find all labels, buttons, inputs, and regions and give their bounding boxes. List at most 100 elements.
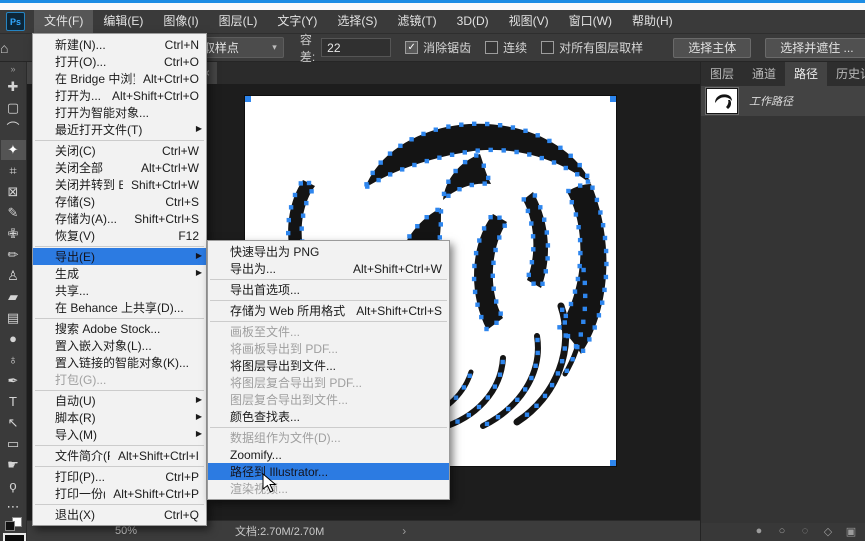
path-anchor-point[interactable]: [575, 344, 580, 350]
path-anchor-point[interactable]: [438, 209, 444, 214]
healing-brush-tool-icon[interactable]: ✙: [1, 224, 26, 244]
path-anchor-point[interactable]: [543, 269, 548, 274]
menu-item[interactable]: 导入(M) ▶: [33, 426, 206, 443]
path-anchor-point[interactable]: [365, 184, 370, 189]
path-anchor-point[interactable]: [494, 299, 499, 304]
selection-to-path-icon[interactable]: ◇: [822, 525, 834, 538]
menu-item[interactable]: 自动(U) ▶: [33, 392, 206, 409]
path-anchor-point[interactable]: [412, 162, 417, 168]
work-path-row[interactable]: 工作路径: [701, 86, 865, 117]
artwork-path[interactable]: [513, 302, 570, 426]
path-anchor-point[interactable]: [529, 260, 535, 265]
menubar-item[interactable]: 图层(L): [209, 10, 268, 33]
path-anchor-point[interactable]: [502, 223, 507, 228]
tolerance-input[interactable]: [321, 38, 392, 57]
path-anchor-point[interactable]: [441, 191, 447, 197]
path-anchor-point[interactable]: [437, 235, 442, 240]
menubar-item[interactable]: 视图(V): [499, 10, 559, 33]
path-anchor-point[interactable]: [557, 325, 562, 330]
path-anchor-point[interactable]: [531, 281, 536, 286]
path-anchor-point[interactable]: [603, 274, 609, 280]
menu-item[interactable]: 存储(S) Ctrl+S: [33, 193, 206, 210]
fill-path-icon[interactable]: ●: [753, 525, 765, 538]
menu-item[interactable]: 关闭(C) Ctrl+W: [33, 142, 206, 159]
menu-item[interactable]: 导出为... Alt+Shift+Ctrl+W: [208, 260, 449, 277]
path-anchor-point[interactable]: [494, 320, 499, 325]
path-selection-tool-icon[interactable]: ↖: [1, 413, 26, 433]
path-anchor-point[interactable]: [415, 224, 420, 229]
path-anchor-point[interactable]: [288, 205, 294, 210]
path-anchor-point[interactable]: [525, 208, 531, 214]
hand-tool-icon[interactable]: ☛: [1, 455, 26, 475]
menu-item[interactable]: 快速导出为 PNG: [208, 243, 449, 260]
path-anchor-point[interactable]: [492, 384, 498, 389]
path-anchor-point[interactable]: [475, 302, 480, 307]
path-anchor-point[interactable]: [581, 319, 586, 324]
path-anchor-point[interactable]: [488, 215, 493, 220]
path-anchor-point[interactable]: [495, 414, 501, 420]
gradient-tool-icon[interactable]: ▤: [1, 308, 26, 328]
path-anchor-point[interactable]: [547, 138, 552, 144]
path-anchor-point[interactable]: [566, 188, 571, 194]
checkbox-checked-icon[interactable]: ✓: [405, 41, 419, 54]
path-anchor-point[interactable]: [477, 238, 482, 243]
path-anchor-point[interactable]: [479, 314, 484, 320]
path-anchor-point[interactable]: [563, 165, 568, 171]
menu-item[interactable]: 脚本(R) ▶: [33, 409, 206, 426]
foreground-color-swatch[interactable]: [4, 521, 15, 531]
menubar-item[interactable]: 编辑(E): [93, 10, 153, 33]
checkbox-unchecked-icon[interactable]: [541, 41, 555, 54]
path-anchor-point[interactable]: [515, 397, 520, 402]
menubar-item[interactable]: 文件(F): [34, 10, 94, 33]
path-anchor-point[interactable]: [562, 346, 567, 351]
zoom-level-field[interactable]: 50%: [115, 525, 137, 537]
path-anchor-point[interactable]: [292, 192, 298, 198]
eraser-tool-icon[interactable]: ▰: [1, 287, 26, 307]
menu-item[interactable]: 生成 ▶: [33, 265, 206, 282]
path-anchor-point[interactable]: [421, 131, 426, 137]
path-anchor-point[interactable]: [564, 368, 569, 373]
path-anchor-point[interactable]: [446, 124, 451, 129]
path-to-selection-icon[interactable]: ◌: [799, 525, 811, 538]
menubar-item[interactable]: 3D(D): [447, 10, 499, 33]
artboard-corner-handle[interactable]: [610, 460, 616, 466]
path-anchor-point[interactable]: [500, 359, 505, 365]
path-anchor-point[interactable]: [563, 313, 568, 319]
path-anchor-point[interactable]: [467, 373, 472, 378]
path-anchor-point[interactable]: [488, 147, 493, 153]
path-anchor-point[interactable]: [286, 217, 291, 223]
path-anchor-point[interactable]: [400, 167, 405, 172]
menu-item[interactable]: 打印(P)... Ctrl+P: [33, 468, 206, 485]
menu-item[interactable]: 新建(N)... Ctrl+N: [33, 36, 206, 53]
path-anchor-point[interactable]: [424, 158, 429, 164]
path-anchor-point[interactable]: [532, 193, 538, 198]
path-anchor-point[interactable]: [535, 133, 540, 138]
status-expand-arrow-icon[interactable]: ›: [402, 524, 406, 538]
path-anchor-point[interactable]: [587, 337, 592, 342]
path-anchor-point[interactable]: [473, 250, 479, 256]
menubar-item[interactable]: 选择(S): [327, 10, 387, 33]
menubar-item[interactable]: 窗口(W): [559, 10, 622, 33]
path-anchor-point[interactable]: [563, 333, 568, 338]
path-anchor-point[interactable]: [309, 189, 314, 194]
path-anchor-point[interactable]: [575, 172, 580, 177]
path-anchor-point[interactable]: [453, 395, 459, 400]
menu-item[interactable]: 打开(O)... Ctrl+O: [33, 53, 206, 70]
foreground-color-box[interactable]: [2, 533, 26, 541]
path-anchor-point[interactable]: [497, 235, 502, 240]
path-anchor-point[interactable]: [585, 179, 591, 184]
path-anchor-point[interactable]: [514, 149, 519, 155]
path-anchor-point[interactable]: [376, 177, 381, 183]
path-anchor-point[interactable]: [568, 301, 574, 307]
path-anchor-point[interactable]: [523, 387, 528, 392]
magic-wand-tool-icon[interactable]: ✦: [0, 140, 26, 160]
path-anchor-point[interactable]: [582, 280, 587, 286]
path-anchor-point[interactable]: [407, 234, 412, 239]
panel-tab-图层[interactable]: 图层: [701, 62, 743, 86]
path-anchor-point[interactable]: [558, 145, 563, 150]
zoom-tool-icon[interactable]: ϙ: [1, 476, 26, 496]
path-anchor-point[interactable]: [501, 148, 506, 153]
panel-tab-路径[interactable]: 路径: [785, 62, 828, 86]
clone-stamp-tool-icon[interactable]: ♙: [1, 266, 26, 286]
menu-item[interactable]: 存储为 Web 所用格式 (旧版) ... Alt+Shift+Ctrl+S: [208, 302, 449, 319]
